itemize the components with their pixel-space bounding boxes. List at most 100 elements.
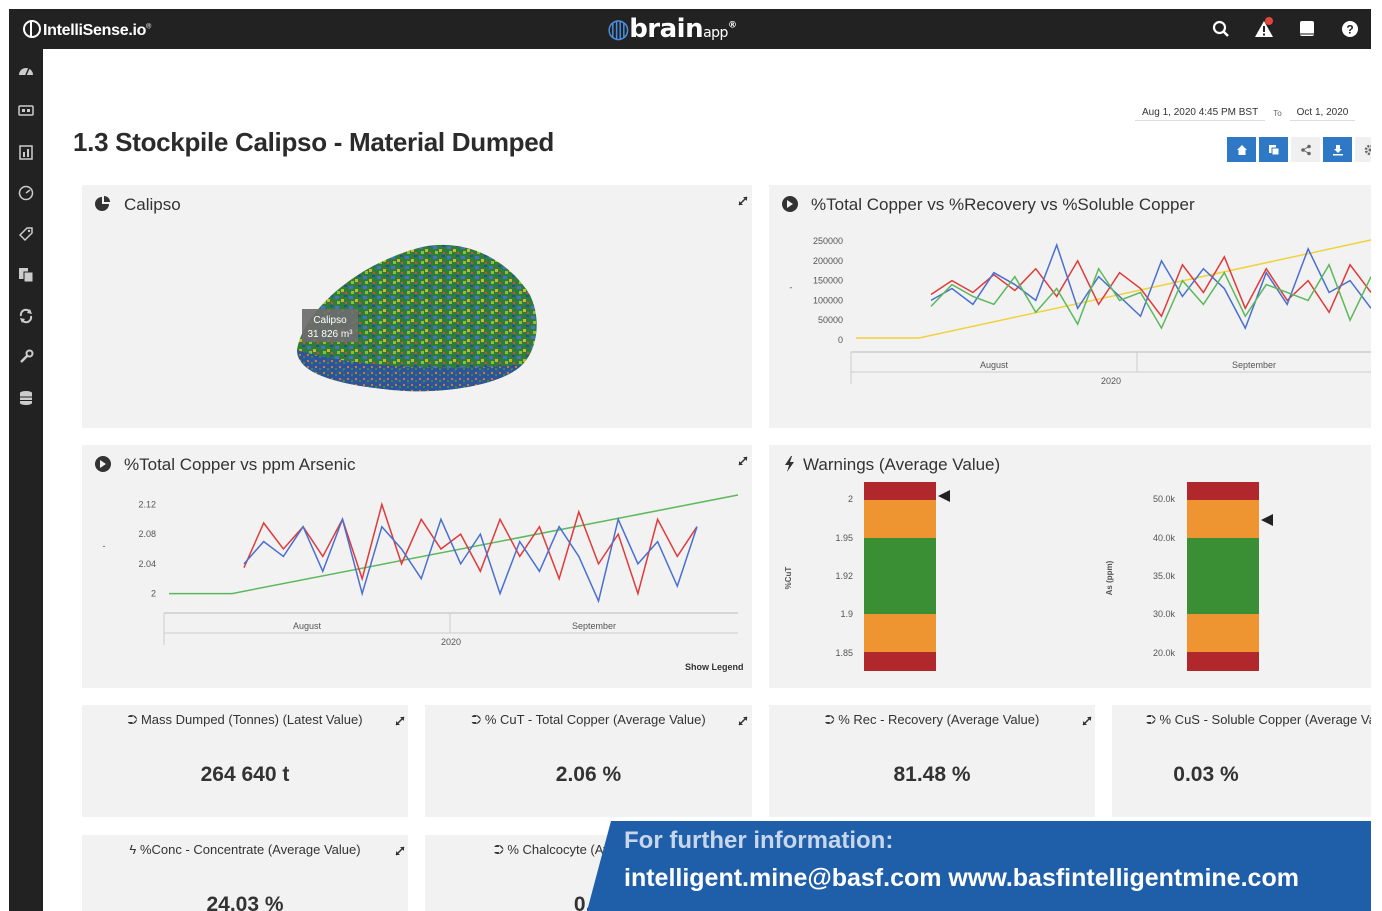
y-tick-label: 150000 xyxy=(813,276,843,286)
arrow-circle-icon: ⮊ xyxy=(493,842,504,857)
kpi-card[interactable]: ⮊ Mass Dumped (Tonnes) (Latest Value) 26… xyxy=(82,705,408,817)
gauge-band xyxy=(864,500,936,538)
sidebar-item-refresh[interactable] xyxy=(9,295,43,336)
kpi-card[interactable]: ⮊ % CuS - Soluble Copper (Average Value)… xyxy=(1112,705,1371,817)
gauge-band xyxy=(1187,482,1259,500)
stockpile-3d-view[interactable]: Calipso 31 826 m³ xyxy=(82,185,752,428)
arrow-circle-icon: ⮊ xyxy=(471,712,482,727)
expand-icon[interactable] xyxy=(394,715,406,727)
warnings-panel: Warnings (Average Value) 1.85 1.9 1.92 1.95… xyxy=(769,445,1371,688)
copper-arsenic-panel: %Total Copper vs ppm Arsenic 2 2.04 2.08 2.… xyxy=(82,445,752,688)
clipboard-chart-icon xyxy=(19,144,33,160)
settings-button[interactable] xyxy=(1355,137,1371,162)
sidebar-item-dashboard[interactable] xyxy=(9,49,43,90)
kpi-title: ϟ %Conc - Concentrate (Average Value) xyxy=(82,842,408,857)
brand-logo[interactable]: IntelliSense.io® xyxy=(23,20,151,40)
kpi-value: 0.03 % xyxy=(1173,763,1239,786)
x-group-label: 2020 xyxy=(441,637,461,647)
sidebar-item-monitor[interactable] xyxy=(9,90,43,131)
gauge-icon xyxy=(18,185,34,200)
x-tick-label: September xyxy=(1232,360,1276,370)
calipso-tooltip-value: 31 826 m³ xyxy=(307,329,353,340)
banner-heading: For further information: xyxy=(624,827,894,854)
y-tick-label: 2.12 xyxy=(138,499,156,509)
y-tick-label: 100000 xyxy=(813,295,843,305)
date-range: Aug 1, 2020 4:45 PM BST To Oct 1, 2020 xyxy=(1135,105,1356,121)
kpi-card[interactable]: ϟ %Conc - Concentrate (Average Value) 24… xyxy=(82,835,408,911)
kpi-card[interactable]: ⮊ % Rec - Recovery (Average Value) 81.48… xyxy=(769,705,1095,817)
copper-recovery-panel: %Total Copper vs %Recovery vs %Soluble C… xyxy=(769,185,1371,428)
gauge-band xyxy=(1187,614,1259,652)
wrench-icon xyxy=(20,349,34,363)
y-tick-label: 250000 xyxy=(813,236,843,246)
sidebar-item-documents[interactable] xyxy=(9,254,43,295)
kpi-value: 264 640 t xyxy=(200,763,290,786)
date-to-label: To xyxy=(1273,108,1282,118)
series-line-blue xyxy=(243,516,698,604)
copy-icon xyxy=(19,267,34,282)
svg-text:?: ? xyxy=(1346,23,1353,37)
download-button[interactable] xyxy=(1323,137,1352,162)
expand-icon[interactable] xyxy=(737,715,749,727)
kpi-title: ⮊ % CuS - Soluble Copper (Average Value) xyxy=(1146,712,1371,728)
gauge-indicator xyxy=(938,490,950,502)
app-logo: ◍brainapp® xyxy=(607,14,737,44)
y-axis-label: - xyxy=(790,283,793,293)
kpi-value: 2.06 % xyxy=(555,763,622,786)
kpi-title: ⮊ Mass Dumped (Tonnes) (Latest Value) xyxy=(82,712,408,728)
help-button[interactable]: ? xyxy=(1328,9,1371,49)
search-button[interactable] xyxy=(1199,9,1242,49)
gauge-band xyxy=(1187,538,1259,614)
arrow-circle-icon: ⮊ xyxy=(127,712,138,727)
sidebar-item-analytics[interactable] xyxy=(9,172,43,213)
refresh-icon xyxy=(19,308,33,323)
sidebar-item-tags[interactable] xyxy=(9,213,43,254)
date-to-input[interactable]: Oct 1, 2020 xyxy=(1289,105,1356,121)
gauge-tick-label: 30.0k xyxy=(1153,609,1176,619)
gauge-tick-label: 2 xyxy=(848,494,853,504)
sidebar-item-settings[interactable] xyxy=(9,336,43,377)
sidebar-item-database[interactable] xyxy=(9,377,43,418)
app-frame: IntelliSense.io® ◍brainapp® ? 1.3 Stockp… xyxy=(9,9,1371,911)
kpi-title-text: % CuS - Soluble Copper (Average Value) xyxy=(1159,712,1371,727)
y-tick-label: 2 xyxy=(151,589,156,599)
alerts-button[interactable] xyxy=(1242,9,1285,49)
share-button[interactable] xyxy=(1291,137,1320,162)
expand-icon[interactable] xyxy=(394,845,406,857)
sidebar-item-reports[interactable] xyxy=(9,131,43,172)
dashboard-icon xyxy=(19,67,33,75)
page-title: 1.3 Stockpile Calipso - Material Dumped xyxy=(73,127,554,157)
gauge-band xyxy=(1187,652,1259,671)
gauge-tick-label: 40.0k xyxy=(1153,533,1176,543)
lightning-icon: ϟ xyxy=(129,842,137,857)
kpi-card[interactable]: ⮊ % CuT - Total Copper (Average Value) 2… xyxy=(425,705,752,817)
copper-arsenic-chart[interactable]: 2 2.04 2.08 2.12 - August September 2020 xyxy=(82,445,752,688)
arrow-circle-icon: ⮊ xyxy=(1146,712,1156,727)
kpi-title-text: %Conc - Concentrate (Average Value) xyxy=(139,842,361,857)
y-tick-label: 50000 xyxy=(818,315,843,325)
home-button[interactable] xyxy=(1227,137,1256,162)
warnings-gauges[interactable]: 1.85 1.9 1.92 1.95 2 %CuT 20.0k 30.0k 35.0k 40.0k… xyxy=(769,445,1371,688)
notification-dot xyxy=(1265,17,1273,25)
gear-icon xyxy=(1364,144,1371,155)
brand-name: IntelliSense.io xyxy=(43,22,147,39)
kpi-title: ⮊ % CuT - Total Copper (Average Value) xyxy=(425,712,752,728)
banner-contact[interactable]: intelligent.mine@basf.com www.basfintell… xyxy=(624,864,1299,893)
gauge-band xyxy=(864,614,936,652)
show-legend-button[interactable]: Show Legend xyxy=(685,662,744,672)
copper-recovery-chart[interactable]: 0 50000 100000 150000 200000 250000 - August Sep… xyxy=(769,185,1371,428)
docs-button[interactable] xyxy=(1285,9,1328,49)
download-icon xyxy=(1332,144,1343,155)
app-name-suffix: app xyxy=(703,25,728,41)
main-content: 1.3 Stockpile Calipso - Material Dumped … xyxy=(43,49,1371,911)
top-bar: IntelliSense.io® ◍brainapp® ? xyxy=(9,9,1371,49)
copy-dashboard-button[interactable] xyxy=(1259,137,1288,162)
book-icon xyxy=(1299,21,1314,36)
brainapp-logo-icon: ◍ xyxy=(607,14,630,44)
home-icon xyxy=(1236,144,1247,155)
gauge-tick-label: 20.0k xyxy=(1153,648,1176,658)
y-tick-label: 0 xyxy=(838,335,843,345)
tag-icon xyxy=(18,226,33,241)
expand-icon[interactable] xyxy=(1081,715,1093,727)
date-from-input[interactable]: Aug 1, 2020 4:45 PM BST xyxy=(1135,105,1266,121)
